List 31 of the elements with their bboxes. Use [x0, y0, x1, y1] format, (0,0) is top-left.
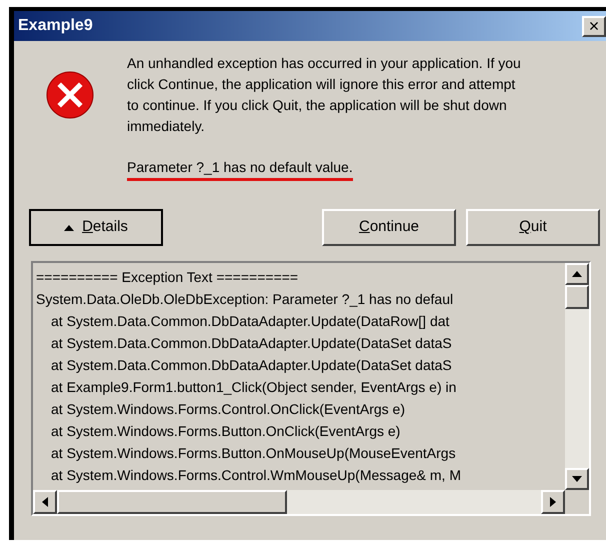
scroll-down-button[interactable] [565, 468, 589, 490]
stack-trace-line: at System.Windows.Forms.Button.OnMouseUp(MouseEventArgs [51, 444, 456, 463]
left-arrow-icon [42, 497, 48, 507]
scroll-left-button[interactable] [33, 490, 57, 514]
up-arrow-icon [572, 271, 582, 277]
exception-line: System.Data.OleDb.OleDbException: Parameter ?_1 has no defaul [36, 290, 454, 309]
exception-line: ========== Exception Text ========== [36, 268, 298, 287]
dialog-button[interactable]: Quit [466, 209, 600, 246]
scroll-thumb[interactable] [57, 490, 287, 514]
up-caret-icon [64, 224, 74, 230]
scroll-thumb[interactable] [565, 285, 589, 309]
stack-trace-line: at System.Windows.Forms.Control.WmMouseUp(Message& m, M [51, 466, 461, 485]
stack-trace-line: at Example9.Form1.button1_Click(Object sender, EventArgs e) in [51, 378, 456, 397]
error-icon [46, 71, 96, 121]
down-arrow-icon [572, 476, 582, 482]
right-arrow-icon [550, 497, 556, 507]
close-button[interactable]: × [582, 16, 606, 36]
stack-trace-line: at System.Data.Common.DbDataAdapter.Update(DataRow[] dat [51, 312, 450, 331]
scroll-up-button[interactable] [565, 263, 589, 285]
stack-trace-line: at System.Data.Common.DbDataAdapter.Update(DataSet dataS [51, 334, 452, 353]
scroll-right-button[interactable] [541, 490, 565, 514]
exception-message: Parameter ?_1 has no default value. [127, 157, 353, 181]
horizontal-scrollbar[interactable] [33, 490, 565, 514]
stack-trace-line: at System.Data.Common.DbDataAdapter.Update(DataSet dataS [51, 356, 452, 375]
error-message: An unhandled exception has occurred in your application. If you click Continue, the application will ignore this error and attempt to continue. If you click Quit, the application will be shut down immediately. [127, 54, 522, 136]
stack-trace-line: at System.Windows.Forms.Button.OnClick(EventArgs e) [51, 422, 400, 441]
dialog-button[interactable]: Continue [322, 209, 456, 246]
stack-trace-line: at System.Windows.Forms.Control.OnClick(EventArgs e) [51, 400, 405, 419]
window-title: Example9 [18, 16, 93, 36]
vertical-scrollbar[interactable] [565, 263, 589, 490]
details-button[interactable]: Details [29, 209, 163, 246]
